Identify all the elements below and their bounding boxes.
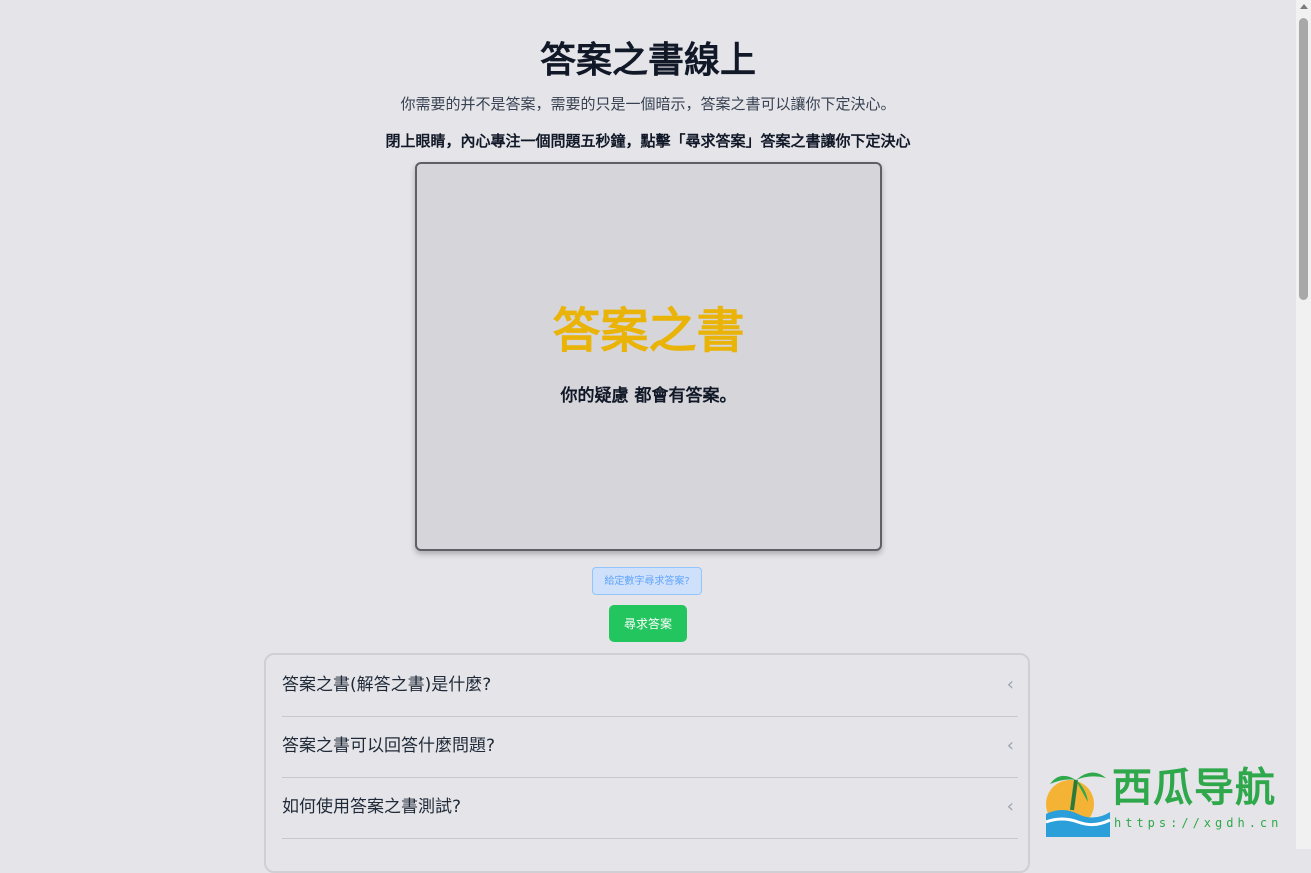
answer-book-card[interactable]: 答案之書 你的疑慮 都會有答案。 bbox=[415, 162, 882, 551]
faq-item[interactable]: 如何使用答案之書測試? ‹ bbox=[282, 777, 1018, 839]
seek-answer-button[interactable]: 尋求答案 bbox=[609, 605, 687, 642]
faq-accordion: 答案之書(解答之書)是什麼? ‹ 答案之書可以回答什麼問題? ‹ 如何使用答案之… bbox=[264, 653, 1030, 873]
faq-question: 如何使用答案之書測試? bbox=[282, 797, 462, 817]
scrollbar-thumb[interactable] bbox=[1299, 18, 1308, 300]
faq-question: 答案之書可以回答什麼問題? bbox=[282, 736, 496, 756]
book-tagline: 你的疑慮 都會有答案。 bbox=[560, 386, 737, 406]
faq-item[interactable]: 答案之書可以回答什麼問題? ‹ bbox=[282, 716, 1018, 778]
faq-item[interactable]: 答案之書(解答之書)是什麼? ‹ bbox=[282, 655, 1018, 717]
faq-question: 答案之書(解答之書)是什麼? bbox=[282, 675, 492, 695]
vertical-scrollbar[interactable] bbox=[1296, 0, 1311, 849]
page-subtitle: 你需要的并不是答案，需要的只是一個暗示，答案之書可以讓你下定決心。 bbox=[400, 95, 896, 113]
number-input[interactable] bbox=[592, 567, 702, 595]
watermelon-logo-icon bbox=[1045, 772, 1111, 837]
chevron-left-icon: ‹ bbox=[1006, 674, 1014, 695]
watermark-text: 西瓜导航 bbox=[1112, 764, 1276, 811]
chevron-left-icon: ‹ bbox=[1006, 796, 1014, 817]
watermark: 西瓜导航 https://xgdh.cn bbox=[1042, 762, 1292, 837]
chevron-left-icon: ‹ bbox=[1006, 735, 1014, 756]
scroll-up-arrow-icon[interactable] bbox=[1300, 4, 1308, 9]
page-title: 答案之書線上 bbox=[539, 40, 756, 81]
book-title: 答案之書 bbox=[552, 303, 745, 359]
instruction-text: 閉上眼睛，內心專注一個問題五秒鐘，點擊「尋求答案」答案之書讓你下定決心 bbox=[385, 132, 911, 150]
watermark-url: https://xgdh.cn bbox=[1114, 816, 1283, 830]
page: 答案之書線上 你需要的并不是答案，需要的只是一個暗示，答案之書可以讓你下定決心。… bbox=[0, 0, 1296, 873]
